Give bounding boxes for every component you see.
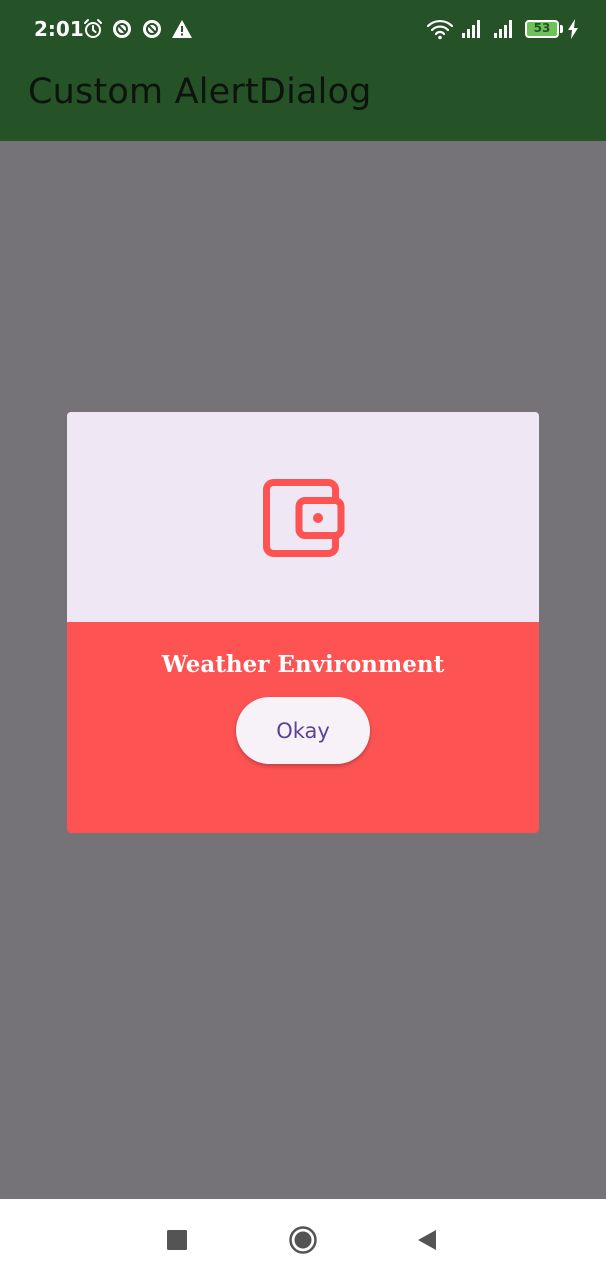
- signal-icon: [462, 20, 480, 38]
- app-bar: Custom AlertDialog: [0, 58, 606, 141]
- alert-dialog: Weather Environment Okay: [67, 412, 539, 833]
- wifi-icon: [426, 19, 454, 40]
- battery-tip: [560, 25, 563, 33]
- wallet-icon: [263, 479, 345, 557]
- dialog-body: Weather Environment Okay: [67, 622, 539, 833]
- battery-icon: 53: [525, 20, 559, 38]
- sync-icon: [113, 20, 131, 38]
- warning-icon: [172, 20, 192, 38]
- dialog-title: Weather Environment: [161, 651, 445, 678]
- app-title: Custom AlertDialog: [28, 72, 372, 112]
- signal-icon: [494, 20, 512, 38]
- back-button[interactable]: [414, 1227, 440, 1253]
- status-time: 2:01: [34, 17, 84, 41]
- okay-button[interactable]: Okay: [236, 697, 370, 764]
- home-button[interactable]: [288, 1225, 318, 1255]
- battery-level: 53: [533, 21, 551, 35]
- status-bar: 2:01 53: [0, 0, 606, 58]
- recents-button[interactable]: [164, 1227, 190, 1253]
- navigation-bar: [0, 1199, 606, 1280]
- sync-icon: [143, 20, 161, 38]
- dialog-header: [67, 412, 539, 622]
- alarm-icon: [84, 19, 102, 38]
- charging-icon: [568, 19, 578, 39]
